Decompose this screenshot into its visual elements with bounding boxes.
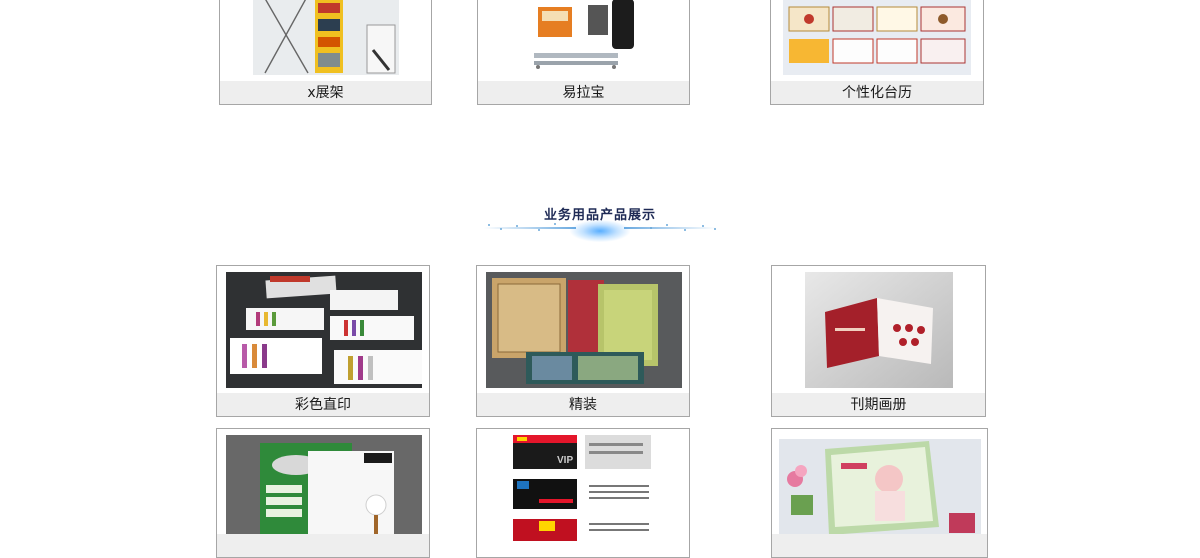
product-card-roll-up-banner[interactable]: 易拉宝 xyxy=(477,0,690,105)
card-caption xyxy=(772,534,987,557)
folder-image xyxy=(226,435,422,541)
product-card-folder[interactable] xyxy=(216,428,430,558)
section-title-business-products: 业务用品产品展示 xyxy=(480,200,720,244)
card-caption: 彩色直印 xyxy=(217,393,429,416)
photo-album-image xyxy=(779,439,981,541)
hardcover-image xyxy=(486,272,682,388)
card-caption xyxy=(217,534,429,557)
vip-card-label: VIP xyxy=(557,455,573,466)
card-caption: 精装 xyxy=(477,393,689,416)
product-card-periodical-brochure[interactable]: 刊期画册 xyxy=(771,265,986,417)
desk-calendar-image xyxy=(783,0,971,75)
product-card-vip-card[interactable]: VIP VIP xyxy=(476,428,690,558)
product-card-desk-calendar[interactable]: 个性化台历 xyxy=(770,0,984,105)
product-card-hardcover[interactable]: 精装 xyxy=(476,265,690,417)
card-caption: 个性化台历 xyxy=(771,81,983,104)
title-dots-decoration xyxy=(480,223,720,231)
card-caption: 刊期画册 xyxy=(772,393,985,416)
product-card-x-stand[interactable]: x展架 xyxy=(219,0,432,105)
card-caption: 易拉宝 xyxy=(478,81,689,104)
roll-up-banner-image xyxy=(530,0,640,75)
product-card-color-direct-print[interactable]: 彩色直印 xyxy=(216,265,430,417)
periodical-brochure-image xyxy=(805,272,953,388)
color-direct-print-image xyxy=(226,272,422,388)
x-stand-image xyxy=(253,0,399,75)
vip-card-image: VIP xyxy=(509,433,659,541)
card-caption: x展架 xyxy=(220,81,431,104)
product-card-photo-album[interactable] xyxy=(771,428,988,558)
